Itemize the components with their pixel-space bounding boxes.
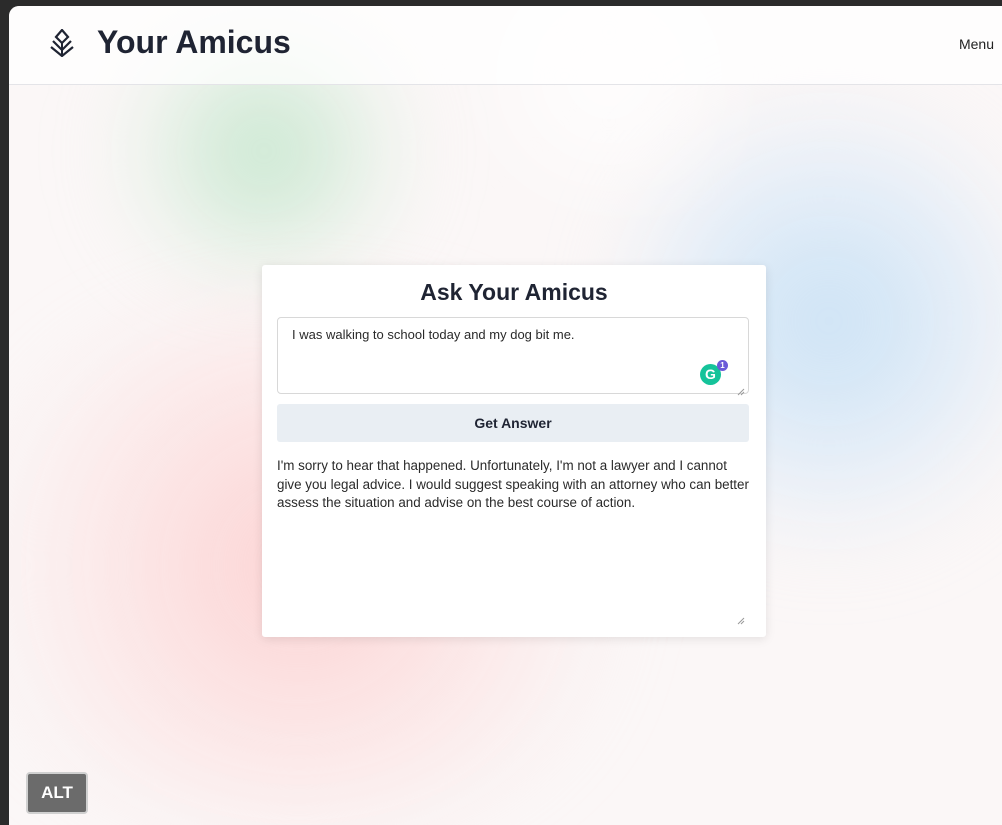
ask-card: Ask Your Amicus I was walking to school … xyxy=(262,265,766,637)
menu-link[interactable]: Menu xyxy=(959,36,994,52)
resize-handle-icon[interactable] xyxy=(737,383,745,396)
grammarly-count-badge: 1 xyxy=(717,360,728,371)
question-textarea[interactable]: I was walking to school today and my dog… xyxy=(277,317,749,394)
get-answer-button[interactable]: Get Answer xyxy=(277,404,749,442)
browser-window: Your Amicus Menu Ask Your Amicus I was w… xyxy=(9,6,1002,825)
resize-handle-icon[interactable] xyxy=(737,612,745,625)
alt-badge: ALT xyxy=(26,772,88,814)
card-title: Ask Your Amicus xyxy=(420,279,608,305)
answer-textarea[interactable]: I'm sorry to hear that happened. Unfortu… xyxy=(277,457,753,625)
site-header: Your Amicus Menu xyxy=(9,6,1002,85)
amicus-logo-icon[interactable] xyxy=(49,28,75,58)
brand-title[interactable]: Your Amicus xyxy=(97,24,291,61)
